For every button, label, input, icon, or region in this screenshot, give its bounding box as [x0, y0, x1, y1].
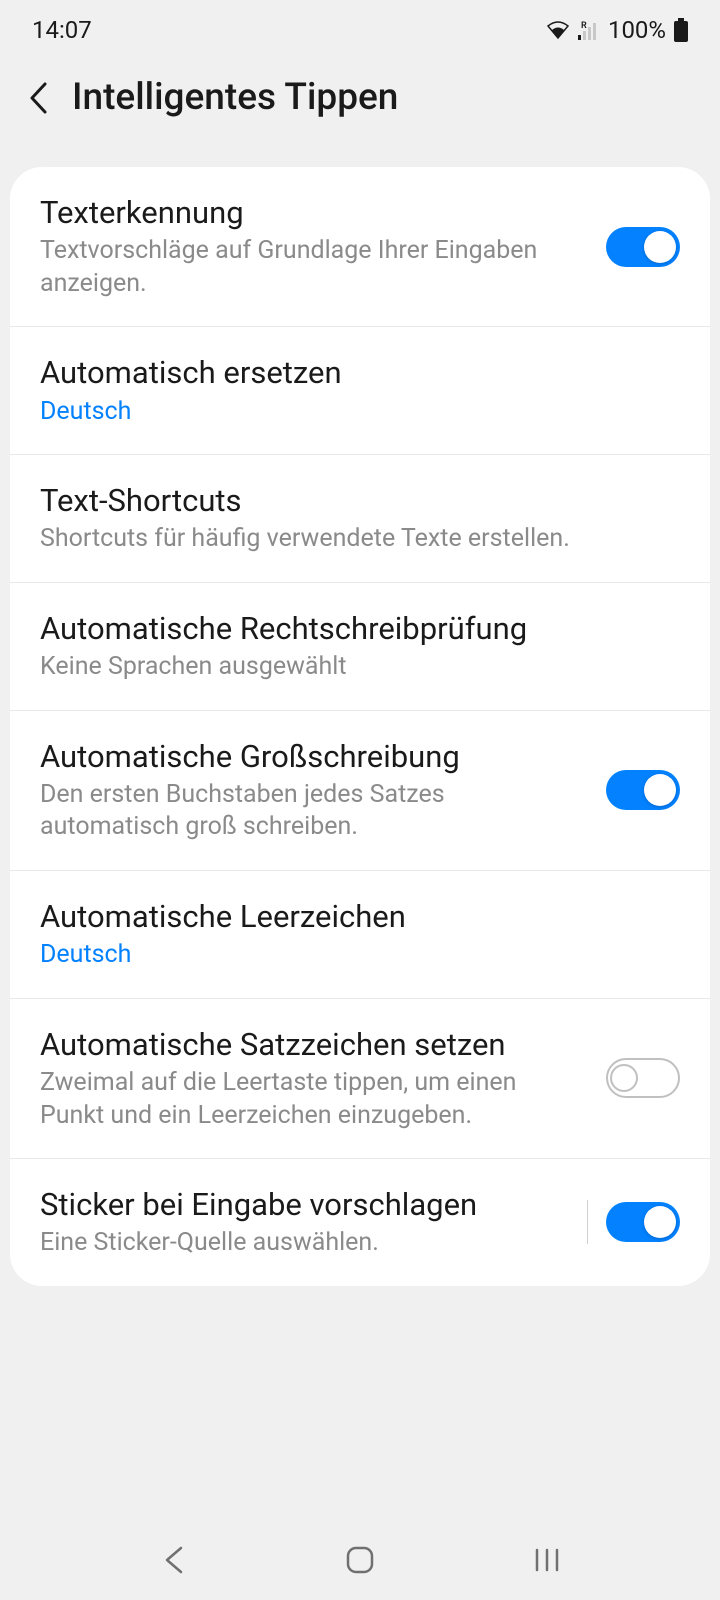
text-shortcuts-subtitle: Shortcuts für häufig verwendete Texte er… — [40, 523, 660, 556]
status-indicators: R 100% — [546, 16, 688, 44]
auto-punctuate-subtitle: Zweimal auf die Leertaste tippen, um ein… — [40, 1067, 586, 1132]
auto-punctuate-toggle[interactable] — [606, 1058, 680, 1098]
spell-check-subtitle: Keine Sprachen ausgewählt — [40, 651, 660, 684]
status-bar: 14:07 R 100% — [0, 0, 720, 56]
auto-punctuate-title: Automatische Satzzeichen setzen — [40, 1025, 586, 1065]
sticker-suggest-row[interactable]: Sticker bei Eingabe vorschlagen Eine Sti… — [10, 1159, 710, 1286]
sticker-suggest-toggle[interactable] — [606, 1202, 680, 1242]
battery-percent: 100% — [608, 16, 666, 44]
auto-spacing-row[interactable]: Automatische Leerzeichen Deutsch — [10, 871, 710, 999]
signal-icon: R — [578, 20, 600, 40]
auto-capitalize-subtitle: Den ersten Buchstaben jedes Satzes autom… — [40, 779, 586, 844]
navigation-bar — [0, 1520, 720, 1600]
text-shortcuts-row[interactable]: Text-Shortcuts Shortcuts für häufig verw… — [10, 455, 710, 583]
auto-spacing-language: Deutsch — [40, 939, 660, 972]
divider — [587, 1200, 588, 1244]
spell-check-title: Automatische Rechtschreibprüfung — [40, 609, 660, 649]
text-recognition-row[interactable]: Texterkennung Textvorschläge auf Grundla… — [10, 167, 710, 327]
header: Intelligentes Tippen — [0, 56, 720, 149]
wifi-icon — [546, 20, 570, 40]
auto-capitalize-title: Automatische Großschreibung — [40, 737, 586, 777]
sticker-suggest-title: Sticker bei Eingabe vorschlagen — [40, 1185, 567, 1225]
settings-card: Texterkennung Textvorschläge auf Grundla… — [10, 167, 710, 1286]
text-shortcuts-title: Text-Shortcuts — [40, 481, 660, 521]
sticker-suggest-subtitle: Eine Sticker-Quelle auswählen. — [40, 1227, 567, 1260]
text-recognition-title: Texterkennung — [40, 193, 586, 233]
nav-home-button[interactable] — [340, 1540, 380, 1580]
nav-back-button[interactable] — [153, 1540, 193, 1580]
svg-text:R: R — [581, 21, 587, 31]
text-recognition-toggle[interactable] — [606, 227, 680, 267]
auto-replace-language: Deutsch — [40, 396, 660, 429]
auto-replace-title: Automatisch ersetzen — [40, 353, 660, 393]
auto-spacing-title: Automatische Leerzeichen — [40, 897, 660, 937]
status-time: 14:07 — [32, 16, 92, 44]
back-button[interactable] — [28, 81, 48, 115]
battery-icon — [674, 18, 688, 42]
auto-replace-row[interactable]: Automatisch ersetzen Deutsch — [10, 327, 710, 455]
nav-recents-button[interactable] — [527, 1540, 567, 1580]
auto-capitalize-row[interactable]: Automatische Großschreibung Den ersten B… — [10, 711, 710, 871]
auto-punctuate-row[interactable]: Automatische Satzzeichen setzen Zweimal … — [10, 999, 710, 1159]
auto-capitalize-toggle[interactable] — [606, 770, 680, 810]
page-title: Intelligentes Tippen — [72, 76, 398, 119]
text-recognition-subtitle: Textvorschläge auf Grundlage Ihrer Einga… — [40, 235, 586, 300]
spell-check-row[interactable]: Automatische Rechtschreibprüfung Keine S… — [10, 583, 710, 711]
